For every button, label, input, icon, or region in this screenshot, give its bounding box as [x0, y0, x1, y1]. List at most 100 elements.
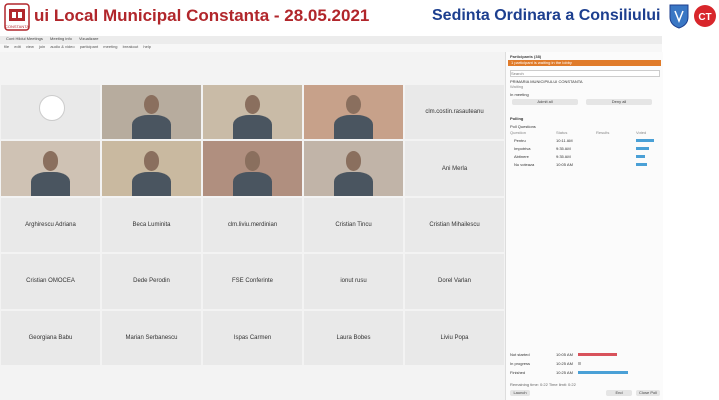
participant-name: Marian Serbanescu: [125, 334, 178, 341]
participant-tile[interactable]: Dede Perodin: [102, 254, 201, 309]
menu-item-audio[interactable]: audio & video: [50, 44, 74, 49]
participant-name: FSE Conferinte: [231, 278, 274, 285]
ct-logo: CT: [693, 4, 717, 28]
poll-status-label: Finished: [510, 370, 526, 375]
participant-tile[interactable]: Dorel Varlan: [405, 254, 504, 309]
participant-tile[interactable]: Arghirescu Adriana: [1, 197, 100, 253]
poll-result-bar: [636, 155, 645, 158]
participant-name: Liviu Popa: [440, 334, 469, 341]
lobby-status: Waiting: [510, 84, 524, 89]
participant-name: ionut rusu: [340, 278, 367, 285]
participant-silhouette: [345, 94, 362, 115]
participant-body: [131, 171, 172, 196]
participant-tile[interactable]: [1, 85, 100, 140]
participant-name: clm.liviu.merdinian: [227, 221, 278, 228]
poll-status-bar: [578, 362, 581, 365]
banner-title-left: ui Local Municipal Constanta - 28.05.202…: [34, 6, 370, 25]
menu-item-join[interactable]: join: [39, 44, 45, 49]
lobby-notice: 1 participant is waiting in the lobby: [508, 60, 661, 66]
poll-status-bar: [578, 371, 628, 374]
participant-tile[interactable]: Ispas Carmen: [203, 310, 302, 365]
admit-all-button[interactable]: Admit all: [512, 99, 578, 105]
participant-tile[interactable]: Cristian Mihailescu: [405, 197, 504, 253]
participant-silhouette: [244, 151, 261, 171]
participant-body: [232, 115, 273, 140]
participant-name: Cristian OMOCEA: [26, 278, 75, 285]
poll-title: Poll Questions: [510, 124, 536, 129]
end-button[interactable]: End: [606, 390, 632, 396]
participant-video-tile[interactable]: [203, 85, 302, 140]
participant-video-tile[interactable]: [1, 141, 100, 196]
launch-button[interactable]: Launch: [510, 390, 530, 396]
participant-tile[interactable]: Beca Luminita: [102, 197, 201, 253]
menu-item-view[interactable]: view: [26, 44, 34, 49]
participant-silhouette: [244, 94, 261, 115]
menu-item-breakout[interactable]: breakout: [123, 44, 139, 49]
participant-body: [333, 115, 374, 140]
participant-tile[interactable]: clm.costin.rasauteanu: [405, 85, 504, 140]
participant-tile[interactable]: Marian Serbanescu: [102, 310, 201, 365]
poll-status-bar: [578, 353, 617, 356]
topbar-item[interactable]: Meeting info: [50, 36, 72, 41]
svg-text:CONSTANTA: CONSTANTA: [5, 24, 29, 29]
topbar-item[interactable]: Cont Hildul Meetings: [6, 36, 43, 41]
participant-video-tile[interactable]: [102, 141, 201, 196]
banner-title-right: Sedinta Ordinara a Consiliului: [432, 7, 661, 24]
poll-status-time: 10:25 AM: [556, 370, 573, 375]
poll-question: Abtinere: [514, 154, 529, 159]
lobby-notice-text: 1 participant is waiting in the lobby: [511, 60, 572, 65]
participant-silhouette: [143, 151, 160, 171]
poll-question: Nu voteaza: [514, 162, 535, 167]
participant-name: Dorel Varlan: [438, 278, 471, 285]
topbar-item[interactable]: Vizualizare: [79, 36, 99, 41]
participant-video-tile[interactable]: [304, 85, 403, 140]
participant-tile[interactable]: FSE Conferinte: [203, 254, 302, 309]
menu-item-meeting[interactable]: meeting: [103, 44, 117, 49]
poll-status: 9:35 AM: [556, 154, 571, 159]
ct-logo-text: CT: [698, 12, 711, 23]
menu-bar: file edit view join audio & video partic…: [0, 44, 662, 52]
poll-status: 10:05 AM: [556, 162, 573, 167]
participant-tile[interactable]: clm.liviu.merdinian: [203, 197, 302, 253]
menu-item-edit[interactable]: edit: [14, 44, 20, 49]
participant-video-tile[interactable]: [203, 141, 302, 196]
shield-icon: [669, 4, 689, 29]
participant-tile[interactable]: Cristian Tincu: [304, 197, 403, 253]
in-meeting-label: In meeting: [510, 92, 529, 97]
menu-item-help[interactable]: help: [143, 44, 151, 49]
broadcast-banner: CONSTANTA ui Local Municipal Constanta -…: [0, 0, 719, 34]
participant-name: Ispas Carmen: [233, 334, 272, 341]
deny-all-button[interactable]: Deny all: [586, 99, 652, 105]
participant-name: Arghirescu Adriana: [25, 221, 76, 228]
avatar: [39, 95, 65, 121]
close-poll-button[interactable]: Close Poll: [636, 390, 660, 396]
participant-tile[interactable]: Ani Merla: [405, 141, 504, 196]
poll-col-status: Status: [556, 130, 568, 135]
poll-status-time: 10:05 AM: [556, 352, 573, 357]
participant-silhouette: [143, 94, 160, 115]
video-grid: clm.costin.rasauteanu Ani Merla Arghirescu…: [0, 84, 505, 366]
panel-header: Participants (38): [510, 54, 542, 59]
participant-name: Beca Luminita: [132, 221, 171, 228]
participant-search-input[interactable]: Search: [510, 70, 660, 77]
menu-item-participant[interactable]: participant: [80, 44, 98, 49]
participant-body: [232, 171, 273, 196]
poll-question: Pentru: [514, 138, 526, 143]
city-crest-icon: CONSTANTA: [4, 3, 30, 31]
participant-tile[interactable]: Cristian OMOCEA: [1, 254, 100, 309]
poll-status: 10:11 AM: [556, 138, 573, 143]
participant-tile[interactable]: Liviu Popa: [405, 310, 504, 365]
participant-name: Ani Merla: [441, 165, 468, 172]
participant-video-tile[interactable]: [102, 85, 201, 140]
poll-result-bar: [636, 139, 654, 142]
menu-item-file[interactable]: file: [4, 44, 9, 49]
participant-name: Cristian Tincu: [335, 221, 372, 228]
participant-name: Laura Bobes: [336, 334, 371, 341]
participant-tile[interactable]: ionut rusu: [304, 254, 403, 309]
participant-video-tile[interactable]: [304, 141, 403, 196]
participant-tile[interactable]: Georgiana Babu: [1, 310, 100, 365]
participant-body: [131, 115, 172, 140]
poll-result-bar: [636, 147, 649, 150]
participant-tile[interactable]: Laura Bobes: [304, 310, 403, 365]
poll-question: Impotriva: [514, 146, 531, 151]
